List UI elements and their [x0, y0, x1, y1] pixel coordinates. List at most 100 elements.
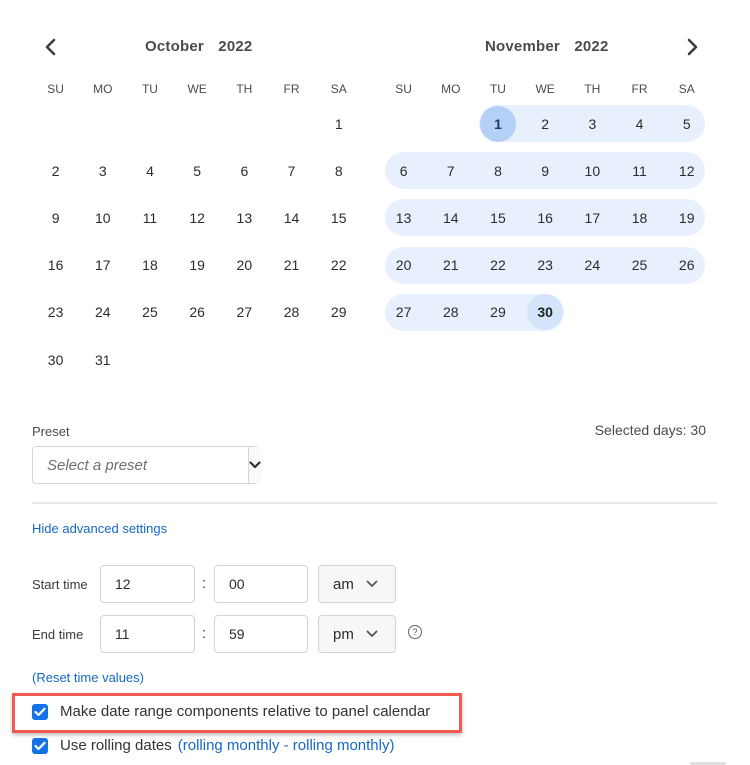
time-separator: : — [202, 625, 207, 642]
day-cell[interactable]: 28 — [274, 294, 310, 330]
day-cell[interactable]: 22 — [321, 247, 357, 283]
day-cell[interactable]: 8 — [480, 153, 516, 189]
start-period-select[interactable]: am — [318, 565, 396, 603]
hide-advanced-settings-link[interactable]: Hide advanced settings — [32, 521, 167, 536]
calendar-week-row: 12345 — [380, 100, 710, 147]
month-year: 2022 — [218, 38, 253, 55]
empty-day-cell — [179, 106, 215, 142]
checkmark-icon — [34, 707, 46, 716]
day-cell[interactable]: 4 — [132, 153, 168, 189]
day-cell[interactable]: 12 — [179, 200, 215, 236]
end-period-select[interactable]: pm — [318, 615, 396, 653]
day-cell[interactable]: 11 — [132, 200, 168, 236]
start-hour-input[interactable] — [100, 565, 195, 603]
day-cell[interactable]: 10 — [574, 153, 610, 189]
preset-dropdown-button[interactable] — [248, 447, 261, 483]
weekday-header-october: SU MO TU WE TH FR SA — [32, 82, 362, 96]
calendar-week-row: 1 — [32, 100, 362, 147]
day-cell[interactable]: 16 — [38, 247, 74, 283]
day-cell[interactable]: 22 — [480, 247, 516, 283]
day-cell[interactable]: 13 — [226, 200, 262, 236]
weekday-label: SU — [47, 82, 64, 96]
calendar-week-row: 23 24 25 26 27 28 29 — [32, 289, 362, 336]
month-name: November — [485, 38, 560, 55]
calendar-grid-november: 1 2 3 4 5 6 7 8 9 10 11 12 13 14 15 16 17 18 19 20 21 22 23 24 2… — [380, 100, 710, 336]
day-cell[interactable]: 21 — [274, 247, 310, 283]
day-cell[interactable]: 2 — [527, 106, 563, 142]
calendar-week-row: 13 14 15 16 17 18 19 — [380, 194, 710, 241]
selected-days-count: Selected days: 30 — [594, 422, 706, 438]
chevron-left-icon — [45, 38, 56, 56]
relative-to-panel-label[interactable]: Make date range components relative to p… — [60, 703, 430, 720]
day-cell[interactable]: 5 — [179, 153, 215, 189]
question-circle-icon[interactable]: ? — [408, 625, 422, 639]
day-cell[interactable]: 15 — [480, 200, 516, 236]
day-cell[interactable]: 11 — [622, 153, 658, 189]
day-cell[interactable]: 6 — [386, 153, 422, 189]
day-cell[interactable]: 15 — [321, 200, 357, 236]
weekday-label: SA — [678, 82, 695, 96]
rolling-dates-checkbox[interactable] — [32, 737, 48, 754]
day-cell[interactable]: 26 — [669, 247, 705, 283]
day-cell[interactable]: 27 — [386, 294, 422, 330]
weekday-label: MO — [93, 82, 113, 96]
day-cell[interactable]: 25 — [622, 247, 658, 283]
day-cell[interactable]: 30 — [38, 342, 74, 378]
day-cell[interactable]: 7 — [433, 153, 469, 189]
day-cell[interactable]: 7 — [274, 153, 310, 189]
day-cell[interactable]: 8 — [321, 153, 357, 189]
rolling-dates-detail-link[interactable]: (rolling monthly - rolling monthly) — [178, 737, 395, 754]
day-cell[interactable]: 29 — [321, 294, 357, 330]
day-cell[interactable]: 12 — [669, 153, 705, 189]
day-cell[interactable]: 17 — [85, 247, 121, 283]
reset-time-values-link[interactable]: (Reset time values) — [32, 670, 144, 685]
day-cell[interactable]: 25 — [132, 294, 168, 330]
day-cell[interactable]: 3 — [85, 153, 121, 189]
day-cell[interactable]: 5 — [669, 106, 705, 142]
day-cell[interactable]: 20 — [386, 247, 422, 283]
rolling-dates-label[interactable]: Use rolling dates — [60, 737, 172, 754]
day-cell[interactable]: 20 — [226, 247, 262, 283]
day-cell[interactable]: 31 — [85, 342, 121, 378]
preset-input[interactable] — [33, 447, 248, 483]
day-cell[interactable]: 18 — [622, 200, 658, 236]
preset-label: Preset — [32, 424, 70, 439]
empty-day-cell — [321, 342, 357, 378]
end-hour-input[interactable] — [100, 615, 195, 653]
day-cell[interactable]: 9 — [38, 200, 74, 236]
day-cell[interactable]: 13 — [386, 200, 422, 236]
next-month-button[interactable] — [681, 36, 703, 58]
end-time-label: End time — [32, 627, 84, 642]
relative-to-panel-checkbox[interactable] — [32, 703, 48, 720]
previous-month-button[interactable] — [40, 36, 62, 58]
day-cell[interactable]: 6 — [226, 153, 262, 189]
day-cell[interactable]: 2 — [38, 153, 74, 189]
empty-day-cell — [226, 342, 262, 378]
day-cell[interactable]: 1 — [321, 106, 357, 142]
day-cell[interactable]: 19 — [179, 247, 215, 283]
empty-day-cell — [574, 294, 610, 330]
day-cell[interactable]: 21 — [433, 247, 469, 283]
day-cell[interactable]: 19 — [669, 200, 705, 236]
day-cell[interactable]: 18 — [132, 247, 168, 283]
day-cell[interactable]: 4 — [622, 106, 658, 142]
start-minute-input[interactable] — [214, 565, 308, 603]
day-cell[interactable]: 16 — [527, 200, 563, 236]
day-cell[interactable]: 10 — [85, 200, 121, 236]
day-cell[interactable]: 14 — [433, 200, 469, 236]
time-separator: : — [202, 575, 207, 592]
empty-day-cell — [132, 106, 168, 142]
day-cell[interactable]: 9 — [527, 153, 563, 189]
day-cell[interactable]: 28 — [433, 294, 469, 330]
day-cell[interactable]: 27 — [226, 294, 262, 330]
day-cell[interactable]: 24 — [85, 294, 121, 330]
day-cell[interactable]: 3 — [574, 106, 610, 142]
day-cell[interactable]: 23 — [38, 294, 74, 330]
calendar-week-row: 16 17 18 19 20 21 22 — [32, 242, 362, 289]
weekday-label: SA — [330, 82, 347, 96]
day-cell-range-start[interactable]: 1 — [479, 105, 516, 142]
end-minute-input[interactable] — [214, 615, 308, 653]
day-cell[interactable]: 26 — [179, 294, 215, 330]
day-cell[interactable]: 14 — [274, 200, 310, 236]
month-year: 2022 — [574, 38, 609, 55]
